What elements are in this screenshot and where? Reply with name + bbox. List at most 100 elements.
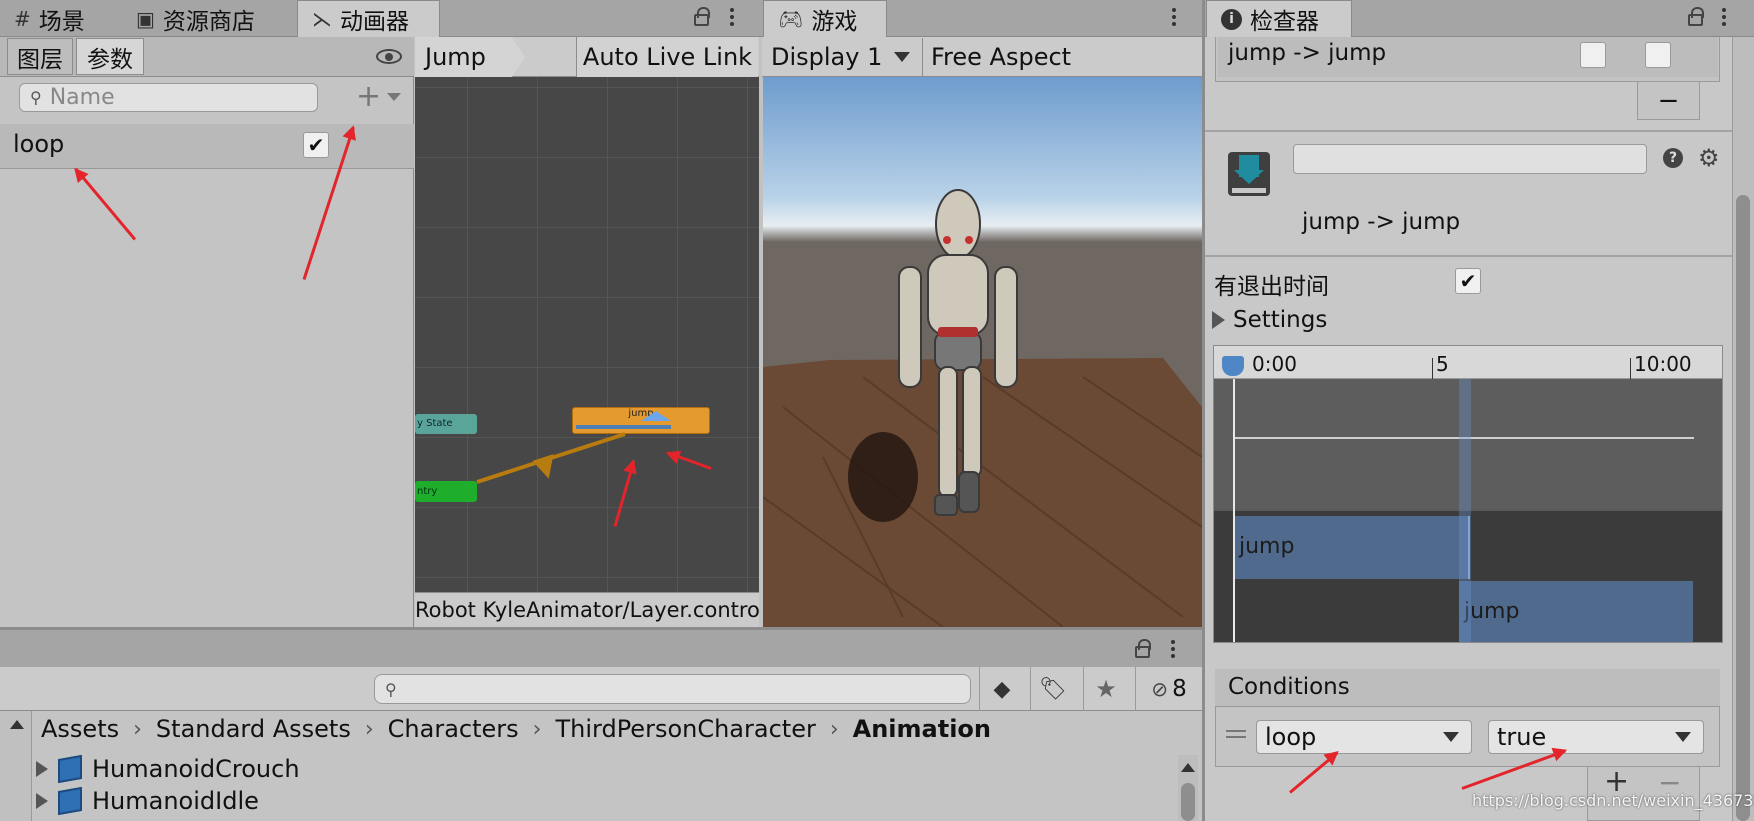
hidden-packages-count: 8 (1172, 676, 1187, 702)
more-menu-icon[interactable] (1722, 8, 1728, 26)
checkmark-icon: ✔ (307, 133, 325, 157)
hidden-packages-button[interactable]: ⊘ 8 (1135, 667, 1202, 711)
breadcrumb-assets[interactable]: Assets (41, 715, 119, 743)
project-list-scrollbar[interactable] (1178, 755, 1198, 821)
transition-list-item-label: jump -> jump (1228, 40, 1387, 66)
transition-solo-checkbox[interactable] (1645, 42, 1671, 68)
tab-animator[interactable]: ⋋ 动画器 (297, 0, 440, 37)
minus-icon: − (1657, 85, 1680, 116)
timeline-playhead (1233, 379, 1235, 642)
gamepad-icon: 🎮︎ (778, 7, 804, 31)
breadcrumb-standard-assets[interactable]: Standard Assets (156, 715, 351, 743)
remove-transition-button[interactable]: − (1637, 82, 1700, 120)
timeline-tick (1432, 358, 1433, 379)
foldout-triangle-icon[interactable] (36, 761, 48, 777)
display-dropdown-value: Display 1 (771, 43, 883, 71)
more-menu-icon[interactable] (730, 8, 736, 26)
param-search-field[interactable]: ⚲ Name (19, 83, 318, 112)
tab-game-label: 游戏 (811, 9, 858, 35)
star-icon: ★ (1095, 675, 1117, 703)
chevron-right-icon: › (532, 716, 542, 742)
list-item[interactable]: HumanoidCrouch (36, 754, 300, 784)
param-search-placeholder: Name (49, 85, 115, 110)
list-item[interactable]: HumanoidIdle (36, 786, 259, 816)
chevron-down-icon (894, 52, 910, 62)
grid-icon: # (14, 6, 31, 31)
gear-icon[interactable]: ⚙ (1698, 144, 1720, 172)
eye-slash-icon: ⊘ (1151, 677, 1169, 701)
breadcrumb-characters[interactable]: Characters (388, 715, 519, 743)
transition-line[interactable] (415, 37, 759, 627)
transition-mute-checkbox[interactable] (1580, 42, 1606, 68)
more-menu-icon[interactable] (1172, 8, 1178, 26)
header-divider (1205, 130, 1732, 132)
transition-timeline[interactable]: 0:00 5 10:00 jump jump (1213, 345, 1723, 643)
tab-scene[interactable]: # 场景 (0, 0, 118, 37)
timeline-clip-jump-a[interactable]: jump (1234, 516, 1470, 579)
aspect-dropdown[interactable]: Free Aspect (931, 37, 1071, 77)
search-icon: ⚲ (385, 679, 397, 699)
eye-icon[interactable] (376, 49, 402, 64)
breadcrumb-third-person-character[interactable]: ThirdPersonCharacter (555, 715, 815, 743)
lock-icon[interactable] (694, 7, 710, 26)
project-search-field[interactable]: ⚲ (374, 674, 971, 704)
subtab-layers-label: 图层 (17, 46, 63, 73)
timeline-clip-jump-b[interactable]: jump (1459, 581, 1693, 642)
tab-game[interactable]: 🎮︎ 游戏 (763, 0, 887, 37)
subtab-parameters[interactable]: 参数 (76, 38, 144, 75)
shapes-icon: ◆ (993, 676, 1011, 702)
add-parameter-button[interactable]: + (356, 82, 408, 112)
game-viewport[interactable] (763, 77, 1202, 627)
lock-icon[interactable] (1135, 639, 1151, 658)
tab-inspector[interactable]: i 检查器 (1206, 0, 1352, 37)
lock-icon[interactable] (1688, 7, 1704, 26)
timeline-tick (1630, 358, 1631, 379)
bag-icon: ▣ (136, 6, 155, 31)
condition-parameter-value: loop (1265, 723, 1317, 751)
triangle-right-icon (1212, 311, 1225, 329)
more-menu-icon[interactable] (1171, 640, 1177, 658)
prefab-cube-icon (58, 786, 82, 816)
project-tabbar (0, 630, 1202, 667)
favorites-button[interactable]: ★ (1083, 667, 1128, 711)
timeline-start-marker-icon[interactable] (1222, 356, 1244, 376)
parameter-name[interactable]: loop (13, 130, 64, 158)
chevron-right-icon: › (133, 716, 142, 742)
self-transition-arrow-icon (641, 411, 671, 421)
settings-foldout[interactable]: Settings (1212, 307, 1327, 333)
inspector-scrollbar[interactable] (1732, 37, 1754, 821)
timeline-mid-label: 5 (1436, 352, 1449, 376)
filter-by-label-button[interactable]: 🏷︎ (1030, 667, 1075, 711)
timeline-start-label: 0:00 (1252, 352, 1297, 376)
drag-handle-icon[interactable] (1226, 730, 1246, 738)
scrollbar-thumb[interactable] (1181, 783, 1195, 821)
list-item-label: HumanoidIdle (92, 787, 259, 815)
project-folder-tree-scrollbar[interactable] (0, 711, 32, 821)
breadcrumb-animation[interactable]: Animation (853, 715, 991, 743)
scroll-up-icon (10, 720, 24, 729)
parameter-bool-checkbox[interactable]: ✔ (303, 132, 329, 158)
tag-icon: 🏷︎ (1039, 676, 1067, 702)
tab-scene-label: 场景 (38, 8, 85, 35)
tab-asset-store-label: 资源商店 (162, 8, 255, 35)
scrollbar-thumb[interactable] (1736, 195, 1750, 821)
chevron-right-icon: › (829, 716, 839, 742)
condition-value-dropdown[interactable]: true (1488, 720, 1704, 754)
help-icon[interactable]: ? (1663, 148, 1683, 168)
chevron-right-icon: › (364, 716, 374, 742)
settings-label: Settings (1233, 307, 1328, 333)
foldout-triangle-icon[interactable] (36, 793, 48, 809)
has-exit-time-checkbox[interactable]: ✔ (1455, 268, 1481, 294)
aspect-dropdown-value: Free Aspect (931, 43, 1072, 71)
subtab-layers[interactable]: 图层 (7, 38, 73, 75)
chevron-down-icon (1443, 732, 1459, 742)
condition-parameter-dropdown[interactable]: loop (1256, 720, 1472, 754)
plus-icon: + (356, 79, 382, 114)
has-exit-time-label: 有退出时间 (1214, 274, 1329, 300)
filter-by-type-button[interactable]: ◆ (979, 667, 1024, 711)
tab-asset-store[interactable]: ▣ 资源商店 (122, 0, 292, 37)
display-dropdown[interactable]: Display 1 (763, 38, 923, 76)
timeline-end-label: 10:00 (1634, 352, 1692, 376)
transition-name-field[interactable] (1293, 144, 1647, 174)
scroll-up-icon (1181, 763, 1195, 772)
